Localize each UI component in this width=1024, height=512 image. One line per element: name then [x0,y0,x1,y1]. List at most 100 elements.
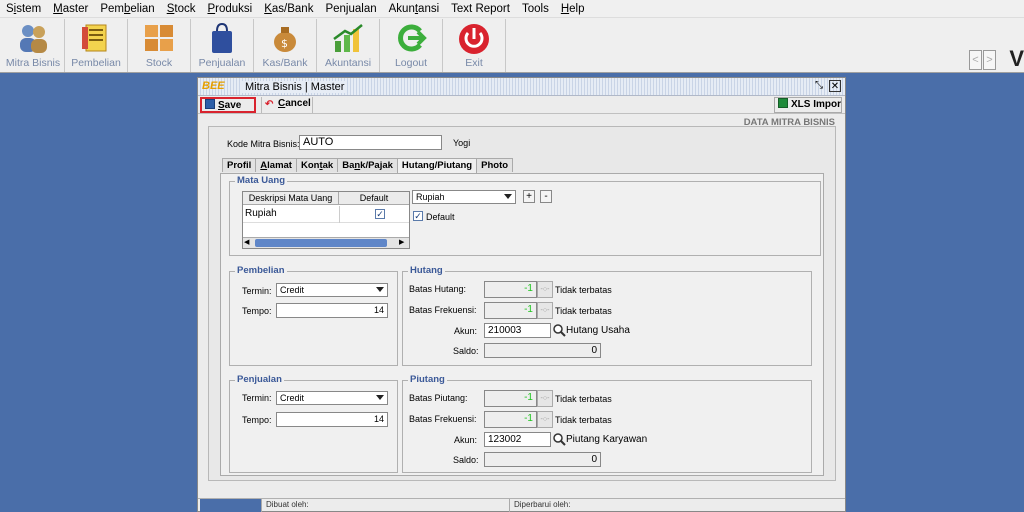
pembelian-tempo-label: Tempo: [242,306,272,316]
akun-piutang-name: Piutang Karyawan [566,434,648,445]
row-deskripsi: Rupiah [245,208,277,219]
batas-hutang-input[interactable]: -1 [484,281,537,298]
tab-bank-pajak[interactable]: Bank/Pajak [337,158,398,172]
tab-alamat[interactable]: Alamat [255,158,297,172]
pembelian-title: Pembelian [235,265,287,276]
mata-uang-select[interactable]: Rupiah [412,190,516,204]
frek-piutang-input[interactable]: -1 [484,411,537,428]
row-divider [339,206,340,223]
frek-hutang-note: Tidak terbatas [555,306,612,316]
toolbar-pembelian[interactable]: Pembelian [65,19,128,72]
menu-item[interactable]: Sistem [0,3,47,15]
menu-item[interactable]: Pembelian [94,3,160,15]
chart-up-icon [331,21,365,55]
toolbar-label: Logout [394,57,428,69]
toolbar-kas-bank[interactable]: $ Kas/Bank [254,19,317,72]
xls-import-button[interactable]: XLS Impor [774,97,842,113]
tab-hutang-piutang[interactable]: Hutang/Piutang [396,158,478,173]
toolbar-nav: < > [968,50,996,70]
dibuat-oleh: Dibuat oleh: [262,499,510,512]
scroll-right-icon[interactable]: ▶ [399,239,407,247]
frek-piutang-label: Batas Frekuensi: [409,414,477,424]
batas-piutang-note: Tidak terbatas [555,394,612,404]
menu-item[interactable]: Kas/Bank [258,3,319,15]
col-default: Default [339,192,409,205]
table-row[interactable]: Rupiah ✓ [243,206,409,223]
toolbar-overflow-letter: V [1009,46,1024,71]
mata-uang-group: Mata Uang Deskripsi Mata Uang Default Ru… [229,175,821,256]
tab-strip: Profil Alamat Kontak Bank/Pajak Hutang/P… [222,158,514,173]
penjualan-termin-label: Termin: [242,393,272,403]
menu-item[interactable]: Help [555,3,591,15]
toolbar-penjualan[interactable]: Penjualan [191,19,254,72]
menu-item[interactable]: Penjualan [319,3,382,15]
restore-icon[interactable]: ⤡ [813,80,825,92]
search-icon[interactable] [552,432,566,446]
menu-item[interactable]: Akuntansi [383,3,446,15]
default-label: Default [426,212,455,222]
menu-item[interactable]: Tools [516,3,555,15]
boxes-icon [142,21,176,55]
menu-item[interactable]: Master [47,3,94,15]
main-toolbar: Mitra Bisnis Pembelian Stock Penjualan $… [0,18,1024,73]
toolbar-akuntansi[interactable]: Akuntansi [317,19,380,72]
frek-hutang-label: Batas Frekuensi: [409,305,477,315]
default-checkbox[interactable]: ✓ [413,211,423,221]
add-currency-button[interactable]: + [523,190,535,203]
horizontal-scrollbar[interactable]: ◀ ▶ [243,237,409,248]
penjualan-tempo-input[interactable]: 14 [276,412,388,427]
scroll-left-icon[interactable]: ◀ [244,239,252,247]
tab-photo[interactable]: Photo [476,158,514,172]
piutang-title: Piutang [408,374,447,385]
frek-hutang-toggle[interactable]: -○- [537,302,553,319]
saldo-hutang-label: Saldo: [453,346,479,356]
toolbar-mitra-bisnis[interactable]: Mitra Bisnis [2,19,65,72]
undo-icon: ↶ [265,99,274,110]
toolbar-label: Pembelian [71,57,121,69]
cancel-button[interactable]: ↶ Cancel [261,97,313,113]
tab-kontak[interactable]: Kontak [295,158,339,172]
toolbar-stock[interactable]: Stock [128,19,191,72]
search-icon[interactable] [552,323,566,337]
frek-piutang-toggle[interactable]: -○- [537,411,553,428]
pembelian-tempo-input[interactable]: 14 [276,303,388,318]
akun-piutang-label: Akun: [454,435,478,445]
saldo-hutang-value: 0 [484,343,601,358]
penjualan-termin-select[interactable]: Credit [276,391,388,405]
batas-hutang-label: Batas Hutang: [409,284,467,294]
save-button[interactable]: Save [200,97,256,113]
window-titlebar: BEE Mitra Bisnis | Master ⤡ ✕ [198,78,845,96]
cancel-label: ancel [285,98,311,109]
window-title: Mitra Bisnis | Master [242,81,348,93]
batas-piutang-input[interactable]: -1 [484,390,537,407]
batas-hutang-note: Tidak terbatas [555,285,612,295]
action-bar: Save ↶ Cancel XLS Impor [198,96,845,114]
pembelian-termin-select[interactable]: Credit [276,283,388,297]
akun-hutang-label: Akun: [454,326,478,336]
penjualan-termin-value: Credit [280,393,305,403]
toolbar-label: Akuntansi [324,57,372,69]
power-icon [457,21,491,55]
remove-currency-button[interactable]: - [540,190,552,203]
toolbar-exit[interactable]: Exit [443,19,506,72]
close-icon[interactable]: ✕ [829,80,841,92]
row-default-checkbox[interactable]: ✓ [375,209,385,219]
batas-hutang-toggle[interactable]: -○- [537,281,553,298]
akun-hutang-input[interactable]: 210003 [484,323,551,338]
akun-piutang-input[interactable]: 123002 [484,432,551,447]
menu-item[interactable]: Stock [161,3,202,15]
nav-next-button[interactable]: > [983,50,996,70]
nav-prev-button[interactable]: < [969,50,982,70]
akun-hutang-name: Hutang Usaha [566,325,630,336]
frek-hutang-input[interactable]: -1 [484,302,537,319]
kode-mitra-input[interactable]: AUTO [299,135,442,150]
batas-piutang-toggle[interactable]: -○- [537,390,553,407]
menu-bar: Sistem Master Pembelian Stock Produksi Kas/Ba… [0,0,1024,18]
tab-profil[interactable]: Profil [222,158,257,172]
toolbar-logout[interactable]: Logout [380,19,443,72]
hutang-title: Hutang [408,265,445,276]
scroll-thumb[interactable] [255,239,387,247]
menu-item[interactable]: Produksi [201,3,258,15]
piutang-group: Piutang Batas Piutang: -1 -○- Tidak terb… [402,374,812,473]
menu-item[interactable]: Text Report [445,3,516,15]
